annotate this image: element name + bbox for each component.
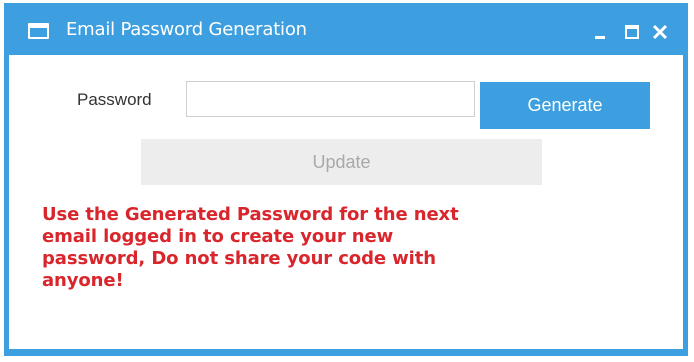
warning-message: Use the Generated Password for the next …: [42, 204, 602, 292]
password-label: Password: [77, 90, 152, 109]
warning-line: Use the Generated Password for the next: [42, 204, 459, 225]
warning-line: password, Do not share your code with: [42, 248, 436, 269]
window-title: Email Password Generation: [66, 19, 307, 40]
maximize-icon[interactable]: [625, 25, 639, 39]
minimize-icon[interactable]: [592, 25, 610, 39]
window-icon: [28, 23, 49, 39]
close-icon[interactable]: [649, 21, 671, 43]
title-bar[interactable]: Email Password Generation: [4, 3, 688, 55]
password-input[interactable]: [186, 81, 475, 117]
app-window: Email Password Generation Password Gener…: [4, 3, 688, 356]
window-content: Password Generate Update Use the Generat…: [9, 55, 683, 349]
warning-line: anyone!: [42, 270, 124, 291]
warning-line: email logged in to create your new: [42, 226, 394, 247]
update-button[interactable]: Update: [141, 139, 542, 185]
generate-button[interactable]: Generate: [480, 82, 650, 129]
